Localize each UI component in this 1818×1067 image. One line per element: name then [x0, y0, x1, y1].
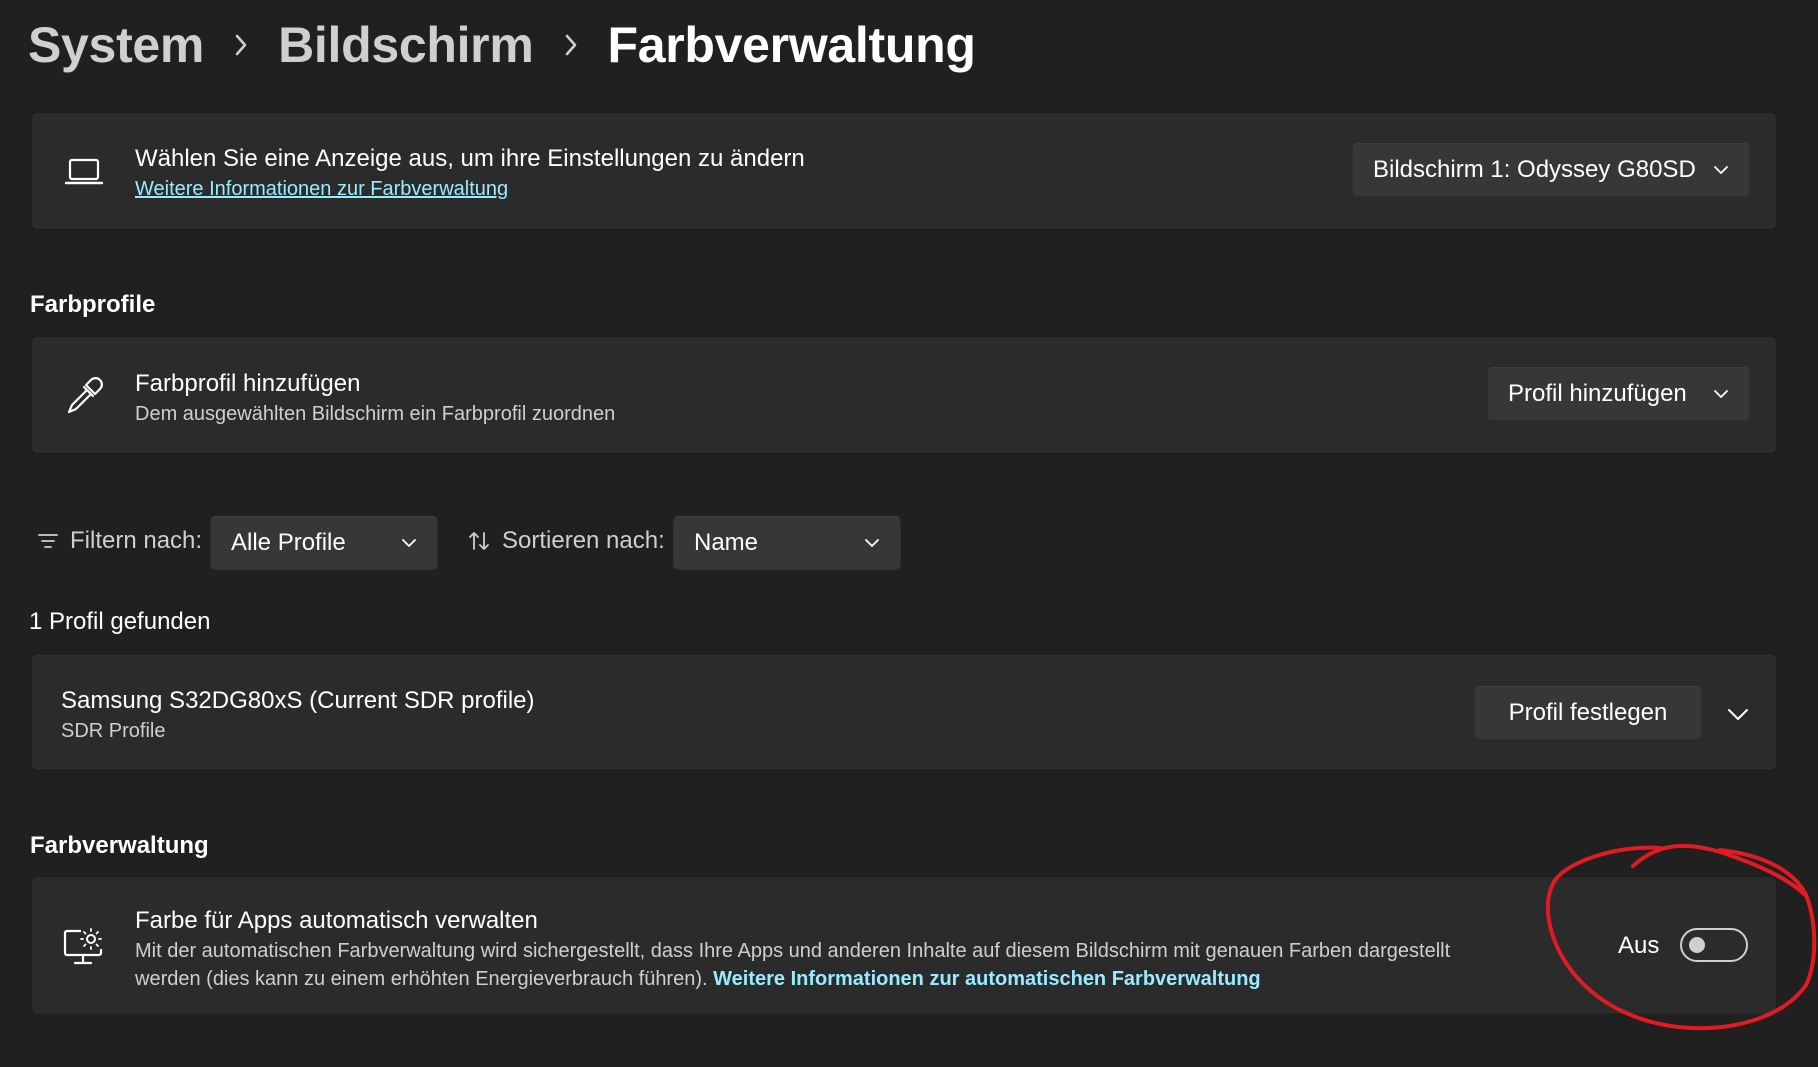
expand-chevron-icon[interactable]: [1724, 700, 1752, 728]
add-profile-card: Farbprofil hinzufügen Dem ausgewählten B…: [31, 336, 1777, 454]
filter-icon: [38, 533, 58, 549]
color-management-info-link[interactable]: Weitere Informationen zur Farbverwaltung: [135, 178, 508, 201]
display-select-title: Wählen Sie eine Anzeige aus, um ihre Ein…: [135, 145, 805, 172]
profile-name: Samsung S32DG80xS (Current SDR profile): [61, 687, 535, 714]
filter-label-group: Filtern nach:: [38, 527, 202, 555]
auto-color-management-card: Farbe für Apps automatisch verwalten Mit…: [31, 876, 1777, 1015]
add-profile-title: Farbprofil hinzufügen: [135, 370, 361, 397]
breadcrumb-system[interactable]: System: [28, 16, 204, 74]
filter-dropdown-value: Alle Profile: [231, 529, 346, 556]
sort-dropdown-value: Name: [694, 529, 759, 556]
color-management-header: Farbverwaltung: [30, 832, 209, 859]
auto-color-description-2: werden (dies kann zu einem erhöhten Ener…: [135, 968, 1261, 991]
filter-dropdown[interactable]: Alle Profile: [210, 516, 438, 570]
breadcrumb: System Bildschirm Farbverwaltung: [28, 12, 976, 78]
breadcrumb-bildschirm[interactable]: Bildschirm: [278, 16, 534, 74]
profile-type: SDR Profile: [61, 720, 166, 742]
auto-color-description-1: Mit der automatischen Farbverwaltung wir…: [135, 940, 1451, 962]
profile-count: 1 Profil gefunden: [29, 608, 211, 635]
chevron-down-icon: [864, 538, 880, 548]
chevron-down-icon: [1713, 389, 1729, 399]
toggle-knob: [1689, 937, 1705, 953]
display-dropdown-value: Bildschirm 1: Odyssey G80SD: [1373, 156, 1696, 183]
sort-dropdown[interactable]: Name: [673, 516, 901, 570]
breadcrumb-farbverwaltung: Farbverwaltung: [607, 17, 976, 73]
auto-color-title: Farbe für Apps automatisch verwalten: [135, 907, 538, 934]
chevron-right-icon: [564, 33, 578, 57]
eyedropper-icon: [62, 374, 106, 418]
color-profiles-header: Farbprofile: [30, 291, 156, 318]
add-profile-subtitle: Dem ausgewählten Bildschirm ein Farbprof…: [135, 403, 616, 425]
sort-label: Sortieren nach:: [502, 527, 665, 554]
auto-color-description-2-text: werden (dies kann zu einem erhöhten Ener…: [135, 968, 708, 990]
set-profile-button-label: Profil festlegen: [1508, 699, 1668, 726]
auto-color-toggle-label: Aus: [1618, 932, 1660, 959]
add-profile-button-label: Profil hinzufügen: [1508, 380, 1687, 407]
add-profile-button[interactable]: Profil hinzufügen: [1487, 367, 1750, 421]
auto-color-info-link[interactable]: Weitere Informationen zur automatischen …: [713, 968, 1261, 990]
filter-label: Filtern nach:: [70, 527, 203, 554]
profile-row[interactable]: Samsung S32DG80xS (Current SDR profile) …: [31, 653, 1777, 771]
display-brightness-icon: [62, 925, 106, 969]
sort-label-group: Sortieren nach:: [468, 527, 665, 555]
chevron-right-icon: [234, 33, 248, 57]
set-profile-button[interactable]: Profil festlegen: [1474, 686, 1702, 740]
chevron-down-icon: [401, 538, 417, 548]
display-select-card: Wählen Sie eine Anzeige aus, um ihre Ein…: [31, 112, 1777, 230]
color-management-info-link-text[interactable]: Weitere Informationen zur Farbverwaltung: [135, 178, 508, 200]
laptop-icon: [62, 150, 106, 194]
display-dropdown[interactable]: Bildschirm 1: Odyssey G80SD: [1352, 143, 1750, 197]
chevron-down-icon: [1713, 165, 1729, 175]
sort-icon: [468, 531, 490, 551]
auto-color-toggle[interactable]: [1680, 928, 1748, 962]
